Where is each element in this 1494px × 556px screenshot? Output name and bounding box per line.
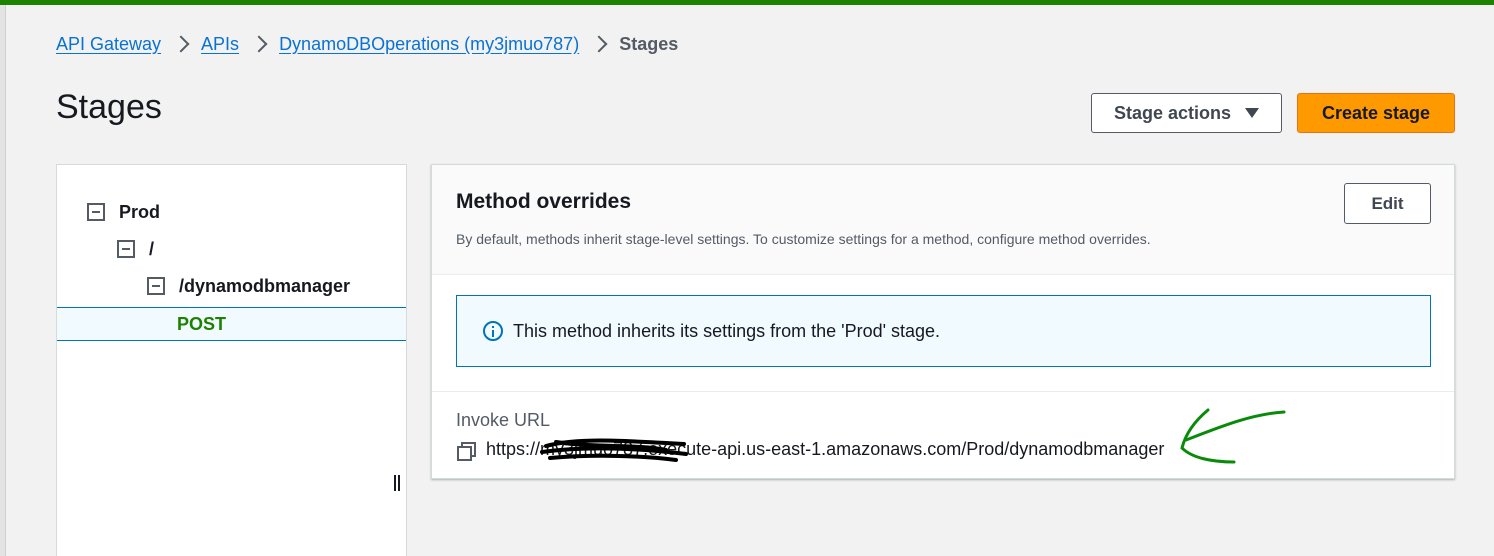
chevron-right-icon [245, 34, 273, 54]
create-stage-button[interactable]: Create stage [1297, 93, 1455, 133]
invoke-url-value[interactable]: https://my3jmuo787.execute-api.us-east-1… [486, 439, 1164, 460]
breadcrumb-api-gateway[interactable]: API Gateway [56, 34, 161, 55]
invoke-url-label: Invoke URL [456, 410, 551, 430]
caret-down-icon [1245, 108, 1260, 118]
stage-tree-panel: Prod / /dynamodbmanager POST [56, 164, 407, 556]
method-overrides-title: Method overrides [456, 190, 632, 213]
section-divider [432, 391, 1454, 392]
tree-item-stage-label: Prod [119, 201, 161, 222]
copy-icon[interactable] [456, 440, 476, 461]
tree-item-stage[interactable]: Prod [57, 195, 406, 229]
tree-item-root-resource[interactable]: / [57, 232, 406, 266]
tree-item-resource[interactable]: /dynamodbmanager [57, 269, 406, 303]
collapse-icon[interactable] [87, 203, 105, 221]
method-overrides-header: Method overrides By default, methods inh… [432, 165, 1454, 275]
tree-item-method-label: POST [177, 313, 227, 334]
breadcrumb-api-name[interactable]: DynamoDBOperations (my3jmuo787) [279, 34, 579, 55]
method-overrides-container: Method overrides By default, methods inh… [431, 164, 1455, 479]
stage-actions-label: Stage actions [1113, 102, 1232, 123]
method-overrides-description: By default, methods inherit stage-level … [456, 231, 1151, 247]
edit-button[interactable]: Edit [1344, 183, 1431, 224]
info-icon [483, 321, 503, 341]
page-title: Stages [56, 88, 162, 126]
tree-item-root-label: / [149, 238, 155, 259]
breadcrumb-apis[interactable]: APIs [201, 34, 239, 55]
tree-item-method-post[interactable]: POST [57, 307, 406, 341]
chevron-right-icon [585, 34, 613, 54]
breadcrumb-current: Stages [619, 33, 679, 54]
tree-item-resource-label: /dynamodbmanager [179, 275, 351, 296]
info-alert-text: This method inherits its settings from t… [513, 320, 941, 341]
top-status-bar [0, 0, 1494, 5]
left-navigation-edge[interactable] [0, 5, 6, 556]
breadcrumb: API Gateway APIs DynamoDBOperations (my3… [56, 32, 678, 56]
invoke-url-row: https://my3jmuo787.execute-api.us-east-1… [456, 439, 1164, 461]
collapse-icon[interactable] [147, 277, 165, 295]
info-alert: This method inherits its settings from t… [456, 295, 1431, 367]
panel-resize-handle[interactable] [394, 475, 400, 491]
chevron-right-icon [167, 34, 195, 54]
stage-actions-button[interactable]: Stage actions [1091, 93, 1282, 133]
collapse-icon[interactable] [117, 240, 135, 258]
